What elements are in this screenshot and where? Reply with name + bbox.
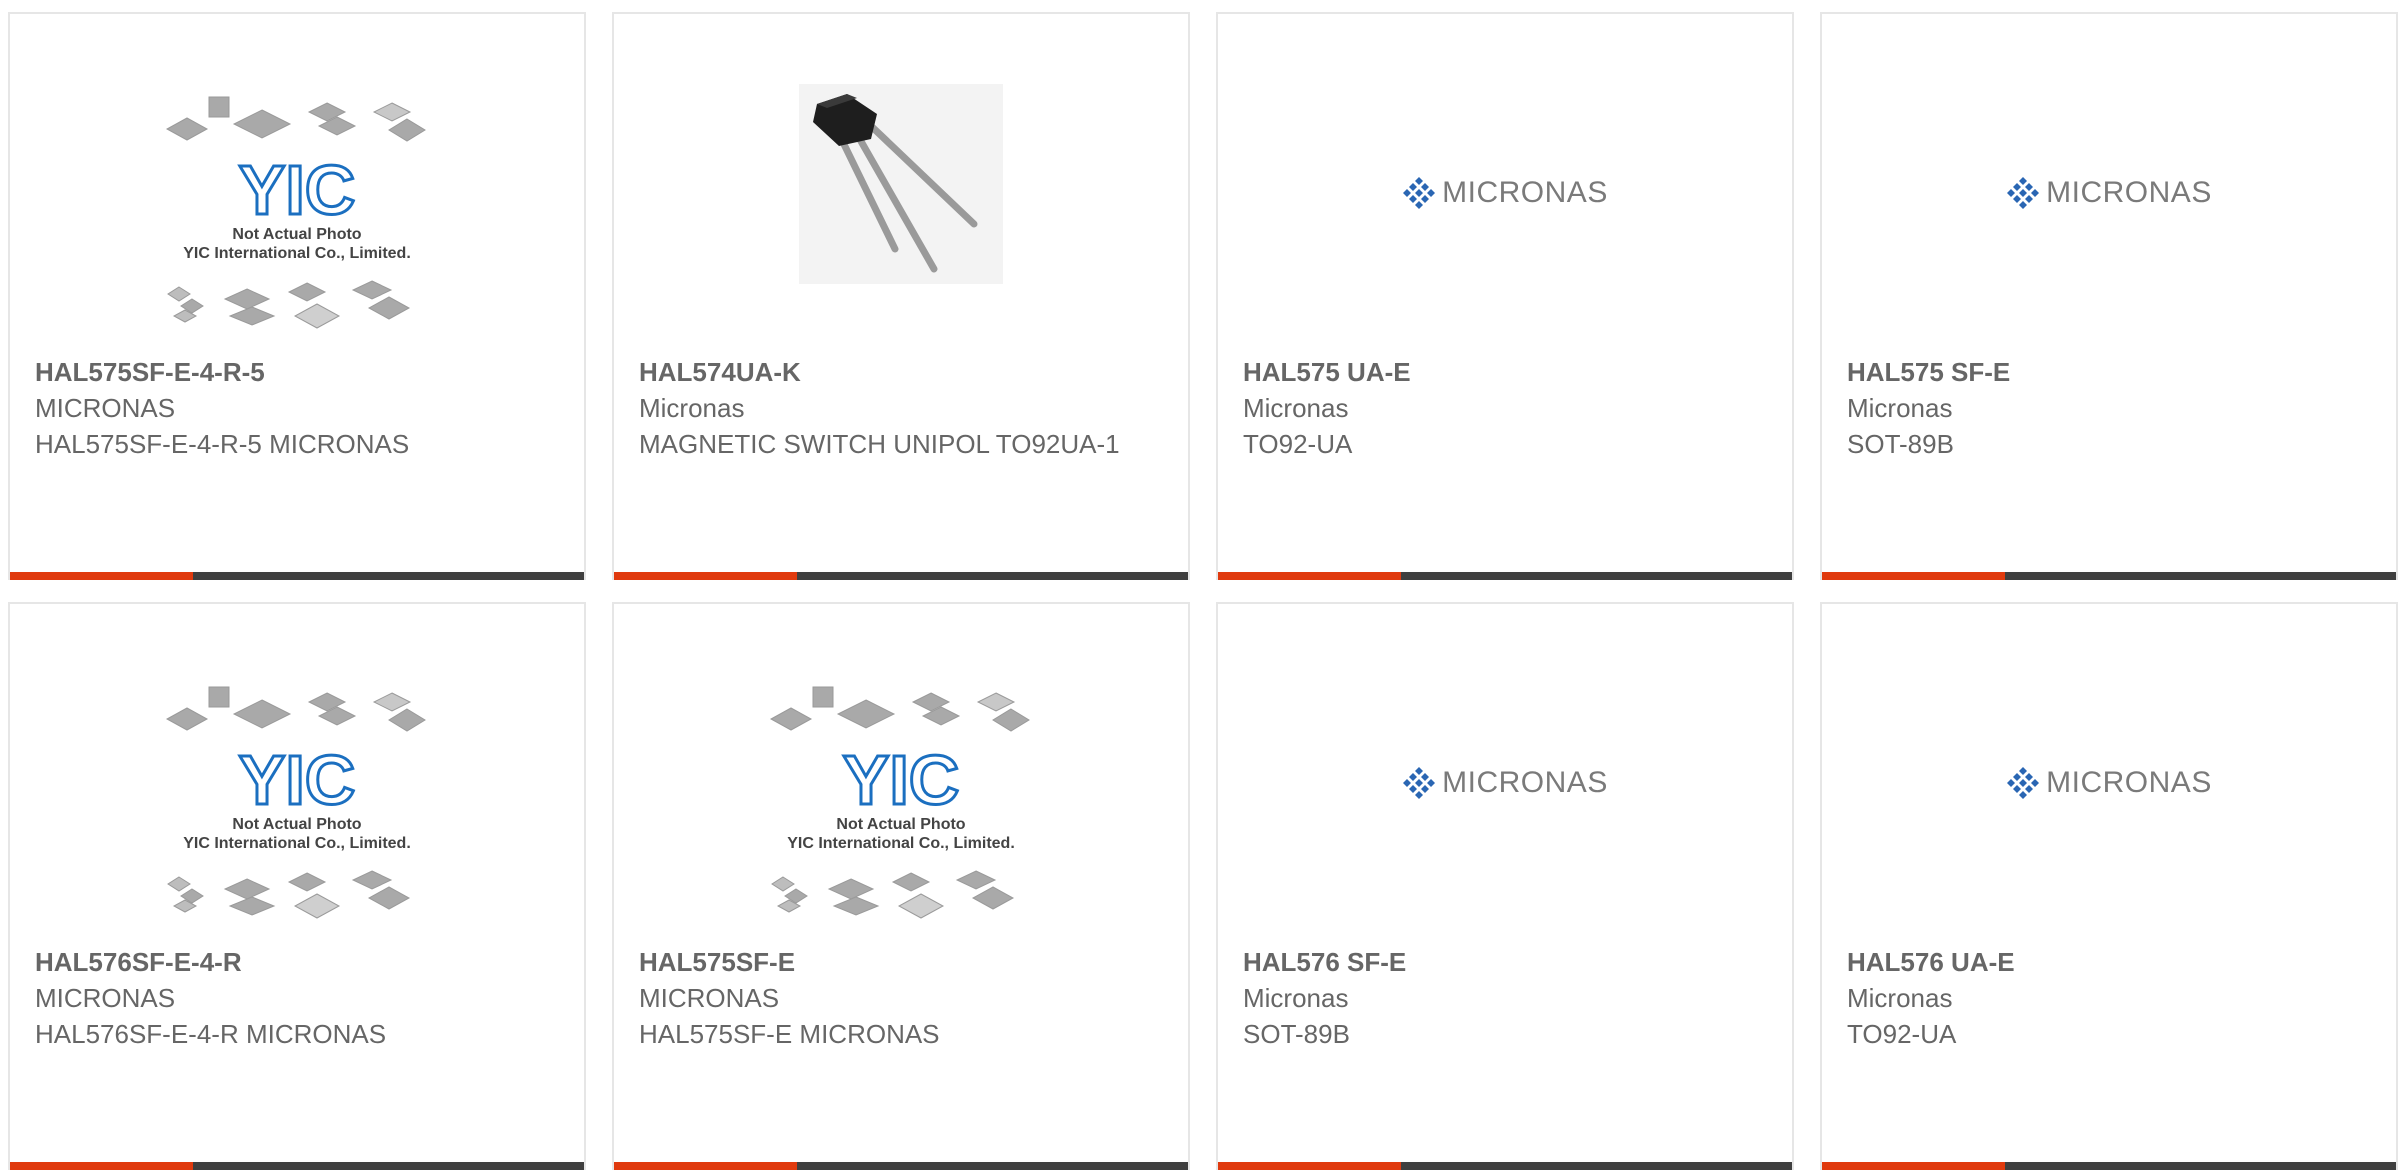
card-accent-bar xyxy=(614,572,797,580)
part-number-link[interactable]: HAL574UA-K xyxy=(639,354,1168,390)
description: HAL576SF-E-4-R MICRONAS xyxy=(35,1019,387,1049)
manufacturer: Micronas xyxy=(1243,393,1349,423)
product-image[interactable]: YIC Not Actual Photo YIC International Co.… xyxy=(614,684,1188,954)
card-bottom-bar xyxy=(614,572,1188,580)
product-image[interactable]: MICRONAS xyxy=(1822,684,2396,954)
placeholder-line1: Not Actual Photo xyxy=(232,816,361,833)
card-accent-bar xyxy=(1218,1162,1401,1170)
card-accent-bar xyxy=(10,1162,193,1170)
micronas-diamond-icon xyxy=(2007,177,2040,209)
micronas-logo: MICRONAS xyxy=(1402,766,1608,800)
card-accent-bar xyxy=(1822,572,2005,580)
placeholder-line2: YIC International Co., Limited. xyxy=(787,835,1015,852)
description: TO92-UA xyxy=(1847,1019,1957,1049)
card-bottom-bar xyxy=(1822,572,2396,580)
part-number-link[interactable]: HAL576 UA-E xyxy=(1847,944,2376,980)
product-info: HAL576 UA-E Micronas TO92-UA xyxy=(1847,944,2376,1052)
micronas-logo-text: MICRONAS xyxy=(1442,766,1608,799)
product-card[interactable]: HAL574UA-K Micronas MAGNETIC SWITCH UNIPOL… xyxy=(612,12,1190,580)
product-card[interactable]: MICRONAS HAL575 UA-E Micronas TO92-UA xyxy=(1216,12,1794,580)
product-card[interactable]: YIC Not Actual Photo YIC International Co.… xyxy=(8,12,586,580)
micronas-logo-text: MICRONAS xyxy=(2046,766,2212,799)
card-bottom-bar xyxy=(10,1162,584,1170)
card-bottom-bar xyxy=(1218,572,1792,580)
part-number-link[interactable]: HAL576 SF-E xyxy=(1243,944,1772,980)
product-card[interactable]: YIC Not Actual Photo YIC International Co.… xyxy=(612,602,1190,1170)
product-image[interactable]: YIC Not Actual Photo YIC International Co.… xyxy=(10,684,584,954)
description: TO92-UA xyxy=(1243,429,1353,459)
description: HAL575SF-E MICRONAS xyxy=(639,1019,940,1049)
product-info: HAL576SF-E-4-R MICRONAS HAL576SF-E-4-R MIC… xyxy=(35,944,564,1052)
product-image[interactable]: MICRONAS xyxy=(1822,94,2396,364)
not-actual-photo-image: YICNot Actual Photo YIC International Co.… xyxy=(165,686,426,919)
description: HAL575SF-E-4-R-5 MICRONAS xyxy=(35,429,410,459)
description: SOT-89B xyxy=(1847,429,1954,459)
product-grid: YIC Not Actual Photo YIC International Co.… xyxy=(8,12,2400,1170)
manufacturer: Micronas xyxy=(1243,983,1349,1013)
micronas-logo: MICRONAS xyxy=(2006,766,2212,800)
product-card[interactable]: MICRONAS HAL576 UA-E Micronas TO92-UA xyxy=(1820,602,2398,1170)
product-image[interactable] xyxy=(614,84,1188,354)
description: SOT-89B xyxy=(1243,1019,1350,1049)
product-image[interactable]: YIC Not Actual Photo YIC International Co.… xyxy=(10,94,584,364)
part-number-link[interactable]: HAL575SF-E-4-R-5 xyxy=(35,354,564,390)
manufacturer: MICRONAS xyxy=(35,983,176,1013)
placeholder-line1: Not Actual Photo xyxy=(232,226,361,243)
micronas-diamond-icon xyxy=(2007,767,2040,799)
product-info: HAL575 UA-E Micronas TO92-UA xyxy=(1243,354,1772,462)
card-bottom-bar xyxy=(1218,1162,1792,1170)
product-card[interactable]: MICRONAS HAL576 SF-E Micronas SOT-89B xyxy=(1216,602,1794,1170)
product-info: HAL574UA-K Micronas MAGNETIC SWITCH UNIPOL… xyxy=(639,354,1168,462)
product-info: HAL575SF-E MICRONAS HAL575SF-E MICRONAS xyxy=(639,944,1168,1052)
product-info: HAL576 SF-E Micronas SOT-89B xyxy=(1243,944,1772,1052)
product-info: HAL575SF-E-4-R-5 MICRONAS HAL575SF-E-4-R-5… xyxy=(35,354,564,462)
manufacturer: Micronas xyxy=(1847,983,1953,1013)
micronas-logo-text: MICRONAS xyxy=(2046,176,2212,209)
card-accent-bar xyxy=(614,1162,797,1170)
placeholder-line1: Not Actual Photo xyxy=(836,816,965,833)
product-card[interactable]: YIC Not Actual Photo YIC International Co.… xyxy=(8,602,586,1170)
product-image[interactable]: MICRONAS xyxy=(1218,684,1792,954)
yic-logo-icon: YIC xyxy=(239,151,356,229)
card-accent-bar xyxy=(1822,1162,2005,1170)
manufacturer: Micronas xyxy=(1847,393,1953,423)
product-info: HAL575 SF-E Micronas SOT-89B xyxy=(1847,354,2376,462)
placeholder-line2: YIC International Co., Limited. xyxy=(183,835,411,852)
product-image[interactable]: MICRONAS xyxy=(1218,94,1792,364)
card-accent-bar xyxy=(10,572,193,580)
yic-logo-icon: YIC xyxy=(239,741,356,819)
manufacturer: MICRONAS xyxy=(35,393,176,423)
part-number-link[interactable]: HAL575 SF-E xyxy=(1847,354,2376,390)
not-actual-photo-image: YICNot Actual Photo YIC International Co.… xyxy=(165,96,426,329)
not-actual-photo-image: YICNot Actual Photo YIC International Co.… xyxy=(769,686,1030,919)
manufacturer: MICRONAS xyxy=(639,983,780,1013)
micronas-logo: MICRONAS xyxy=(1402,176,1608,210)
part-number-link[interactable]: HAL575SF-E xyxy=(639,944,1168,980)
yic-logo-icon: YIC xyxy=(843,741,960,819)
manufacturer: Micronas xyxy=(639,393,745,423)
card-bottom-bar xyxy=(1822,1162,2396,1170)
card-bottom-bar xyxy=(614,1162,1188,1170)
part-number-link[interactable]: HAL576SF-E-4-R xyxy=(35,944,564,980)
micronas-logo-text: MICRONAS xyxy=(1442,176,1608,209)
micronas-diamond-icon xyxy=(1403,177,1436,209)
placeholder-line2: YIC International Co., Limited. xyxy=(183,245,411,262)
card-bottom-bar xyxy=(10,572,584,580)
part-number-link[interactable]: HAL575 UA-E xyxy=(1243,354,1772,390)
micronas-diamond-icon xyxy=(1403,767,1436,799)
product-card[interactable]: MICRONAS HAL575 SF-E Micronas SOT-89B xyxy=(1820,12,2398,580)
description: MAGNETIC SWITCH UNIPOL TO92UA-1 xyxy=(639,429,1120,459)
card-accent-bar xyxy=(1218,572,1401,580)
micronas-logo: MICRONAS xyxy=(2006,176,2212,210)
transistor-photo-image xyxy=(799,84,1003,284)
